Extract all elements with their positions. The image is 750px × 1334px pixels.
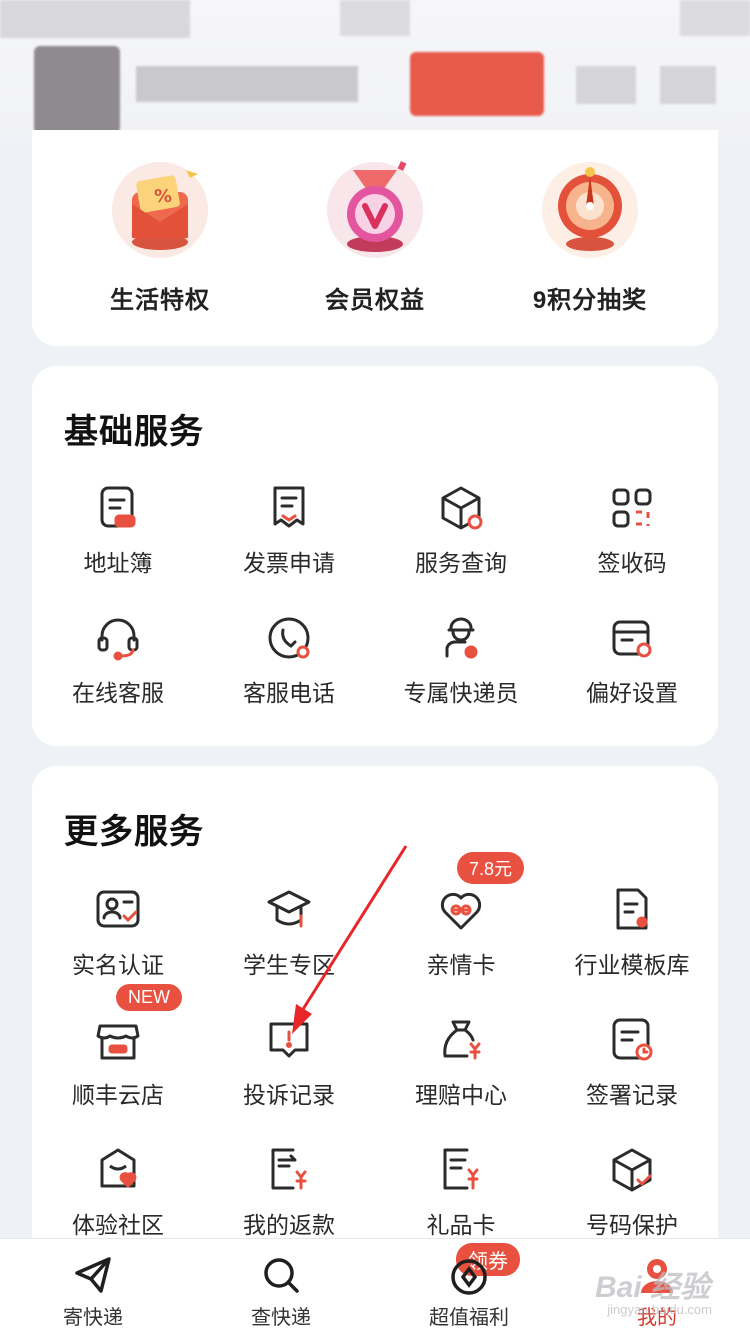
coupon-icon [447,1253,491,1297]
watermark-url: jingyan.baidu.com [607,1302,712,1317]
section-title: 基础服务 [64,413,204,451]
service-student[interactable]: 学生专区 [203,886,375,980]
service-label: 我的返款 [243,1212,335,1238]
send-plane-icon [71,1253,115,1297]
nav-track[interactable]: 查快递 [206,1253,356,1330]
service-templates[interactable]: 行业模板库 [546,886,718,980]
service-label: 投诉记录 [243,1082,335,1108]
service-label: 服务查询 [415,550,507,576]
service-label: 礼品卡 [426,1212,496,1238]
more-services-card: 更多服务 实名认证 学生专区 7.8元 亲情卡 行业模板库 NEW 顺丰云店 投… [32,766,718,1286]
privilege-lottery[interactable]: 9积分抽奖 [490,156,690,315]
avatar[interactable] [34,46,120,134]
shield-check-icon [608,1146,656,1194]
service-query[interactable]: 服务查询 [375,484,547,578]
service-family-card[interactable]: 7.8元 亲情卡 [375,852,547,980]
address-book-icon [94,484,142,532]
graduation-cap-icon [265,886,313,934]
privilege-life[interactable]: % 生活特权 [60,156,260,315]
new-badge: NEW [116,984,182,1011]
community-heart-icon [94,1146,142,1194]
service-label: 专属快递员 [403,680,519,706]
gift-card-icon [437,1146,485,1194]
service-label: 发票申请 [243,550,335,576]
service-gift-card[interactable]: 礼品卡 [375,1146,547,1240]
service-label: 实名认证 [72,952,164,978]
status-bar-blur [680,0,750,36]
service-cloud-store[interactable]: NEW 顺丰云店 [32,984,204,1110]
complaint-icon [265,1016,313,1064]
service-label: 理赔中心 [415,1082,507,1108]
service-preferences[interactable]: 偏好设置 [546,614,718,708]
nav-label: 查快递 [251,1307,311,1329]
status-bar-blur [0,0,190,38]
profile-header [0,0,750,140]
refund-icon [265,1146,313,1194]
service-online-support[interactable]: 在线客服 [32,614,204,708]
service-claims[interactable]: 理赔中心 [375,1016,547,1110]
privileges-card: % 生活特权 会员权益 9积分抽奖 [32,130,718,346]
search-icon [259,1253,303,1297]
service-phone[interactable]: 客服电话 [203,614,375,708]
privilege-label: 会员权益 [325,287,425,314]
service-label: 地址簿 [83,550,153,576]
service-sign-records[interactable]: 签署记录 [546,1016,718,1110]
member-button-blur[interactable] [410,52,544,116]
basic-services-card: 基础服务 地址簿 发票申请 服务查询 签收码 在线客服 客服电话 专属快递员 偏… [32,366,718,746]
service-label: 偏好设置 [586,680,678,706]
medal-v-icon [323,156,427,260]
price-badge: 7.8元 [457,852,525,884]
service-number-protect[interactable]: 号码保护 [546,1146,718,1240]
user-name-blur [136,66,358,102]
service-refund[interactable]: 我的返款 [203,1146,375,1240]
heart-link-icon [437,886,485,934]
nav-send[interactable]: 寄快递 [18,1253,168,1330]
privilege-member[interactable]: 会员权益 [275,156,475,315]
money-bag-icon [437,1016,485,1064]
nav-label: 寄快递 [63,1307,123,1329]
service-sign-code[interactable]: 签收码 [546,484,718,578]
svg-text:%: % [154,186,172,207]
header-action-blur[interactable] [576,66,636,104]
privilege-label: 生活特权 [110,287,210,314]
courier-icon [437,614,485,662]
section-title: 更多服务 [64,813,204,851]
service-label: 在线客服 [72,680,164,706]
id-card-icon [94,886,142,934]
phone-icon [265,614,313,662]
headset-icon [94,614,142,662]
header-action-blur[interactable] [660,66,716,104]
service-complaints[interactable]: 投诉记录 [203,1016,375,1110]
service-label: 亲情卡 [426,952,496,978]
store-icon [94,1016,142,1064]
service-real-name[interactable]: 实名认证 [32,886,204,980]
service-address-book[interactable]: 地址簿 [32,484,204,578]
service-label: 签署记录 [586,1082,678,1108]
service-label: 签收码 [597,550,667,576]
package-search-icon [437,484,485,532]
qr-code-icon [608,484,656,532]
invoice-icon [265,484,313,532]
privilege-label: 9积分抽奖 [532,287,648,314]
service-label: 客服电话 [243,680,335,706]
template-doc-icon [608,886,656,934]
service-label: 体验社区 [72,1212,164,1238]
settings-card-icon [608,614,656,662]
service-community[interactable]: 体验社区 [32,1146,204,1240]
service-label: 顺丰云店 [72,1082,164,1108]
service-courier[interactable]: 专属快递员 [375,614,547,708]
nav-benefits[interactable]: 领券 超值福利 [394,1243,544,1330]
envelope-coupon-icon: % [108,156,212,260]
nav-label: 超值福利 [429,1307,509,1329]
service-label: 学生专区 [243,952,335,978]
signed-doc-icon [608,1016,656,1064]
lottery-wheel-icon [538,156,642,260]
service-label: 号码保护 [586,1212,678,1238]
status-bar-blur [340,0,410,36]
service-label: 行业模板库 [574,952,690,978]
watermark: Bai 经验 [594,1271,710,1304]
service-invoice[interactable]: 发票申请 [203,484,375,578]
